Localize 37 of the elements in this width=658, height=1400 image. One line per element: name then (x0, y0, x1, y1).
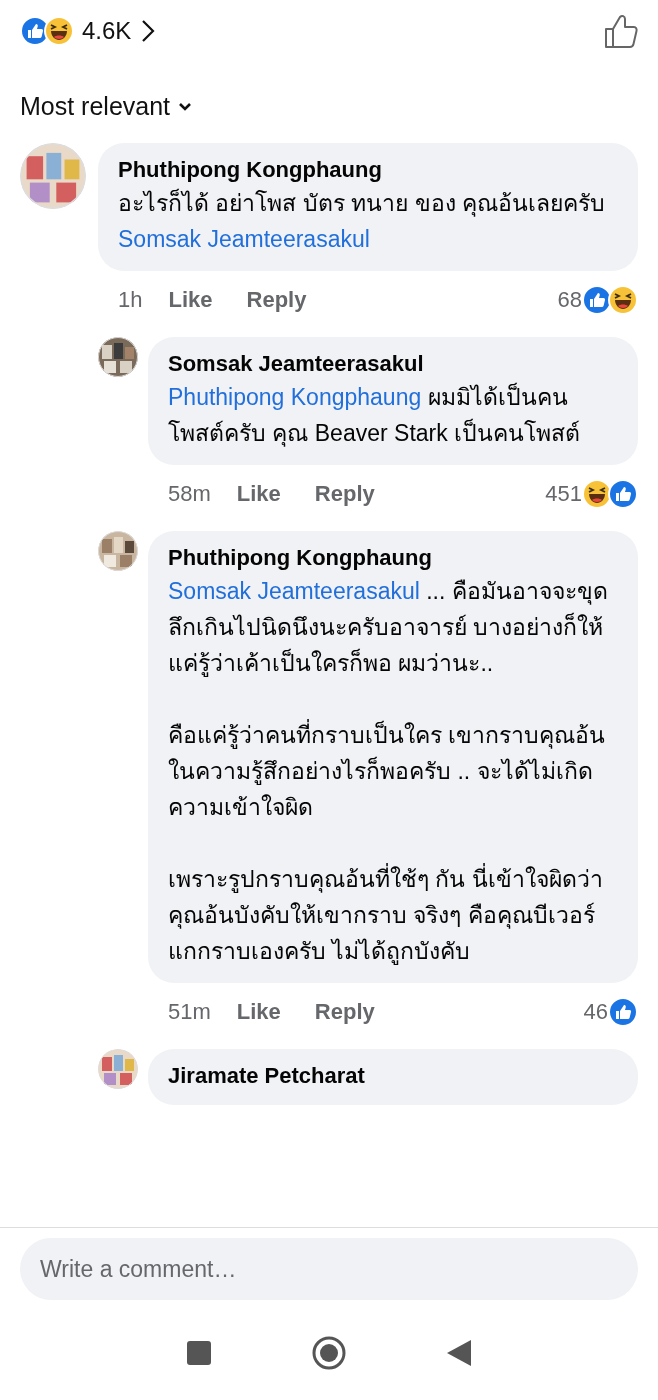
timestamp: 1h (118, 287, 143, 313)
comment-text: เพราะรูปกราบคุณอ้นที่ใช้ๆ กัน นี่เข้าใจผิดว่าคุณอ้นบังคับให้เขากราบ จริงๆ คือคุณบีเวอร์ แกกราบเองครับ ไม่ได้ถูกบังคับ (168, 861, 618, 969)
comment-text: อะไรก็ได้ อย่าโพส บัตร ทนาย ของ คุณอ้นเลยครับ Somsak Jeamteerasakul (118, 187, 606, 254)
author-name[interactable]: Phuthipong Kongphaung (168, 543, 618, 573)
action-link[interactable]: Like (236, 999, 281, 1025)
home-icon[interactable] (312, 1336, 346, 1370)
mention-link[interactable]: Somsak Jeamteerasakul (118, 226, 370, 252)
comment-text: คือแค่รู้ว่าคนที่กราบเป็นใคร เขากราบคุณอ้นในความรู้สึกอย่างไรก็พอครับ .. จะได้ไม่เกิดความเข้าใจผิด (168, 717, 618, 825)
comment-field[interactable]: Write a comment… (20, 1238, 638, 1300)
chevron-right-icon[interactable] (141, 19, 156, 43)
recent-apps-icon[interactable] (186, 1340, 212, 1366)
author-name[interactable]: Phuthipong Kongphaung (118, 155, 618, 185)
mention-link[interactable]: Somsak Jeamteerasakul (168, 578, 420, 604)
action-link[interactable]: Reply (314, 481, 375, 507)
comment-text: Phuthipong Kongphaung ผมมิได้เป็นคนโพสต์ครับ คุณ Beaver Stark เป็นคนโพสต์ (168, 381, 582, 449)
action-link[interactable]: Like (236, 481, 281, 507)
laughing-reaction-icon (608, 285, 638, 315)
reaction-count[interactable]: 46 (583, 999, 608, 1025)
author-name[interactable]: Jiramate Petcharat (168, 1061, 618, 1091)
timestamp: 51m (168, 999, 211, 1025)
reaction-count[interactable]: 4.6K (82, 17, 132, 45)
mention-link[interactable]: Phuthipong Kongphaung (168, 384, 422, 410)
action-link[interactable]: Reply (314, 999, 375, 1025)
chevron-down-icon (178, 101, 193, 112)
back-icon[interactable] (446, 1339, 472, 1367)
like-icon[interactable] (604, 13, 638, 49)
like-reaction-icon (608, 479, 638, 509)
action-link[interactable]: Reply (246, 287, 307, 313)
reaction-count[interactable]: 68 (557, 287, 582, 313)
sort-dropdown[interactable]: Most relevant (20, 92, 193, 121)
timestamp: 58m (168, 481, 211, 507)
comment-text: Somsak Jeamteerasakul ... คือมันอาจจะขุดลึกเกินไปนิดนึงนะครับอาจารย์ บางอย่างก็ให้แค่รู้ว่าเค้าเป็นใครก็พอ ผมว่านะ.. (168, 577, 609, 679)
laughing-reaction-icon (44, 16, 74, 46)
like-reaction-icon (608, 997, 638, 1027)
reaction-count[interactable]: 451 (545, 481, 582, 507)
action-link[interactable]: Like (168, 287, 213, 313)
author-name[interactable]: Somsak Jeamteerasakul (168, 349, 618, 379)
